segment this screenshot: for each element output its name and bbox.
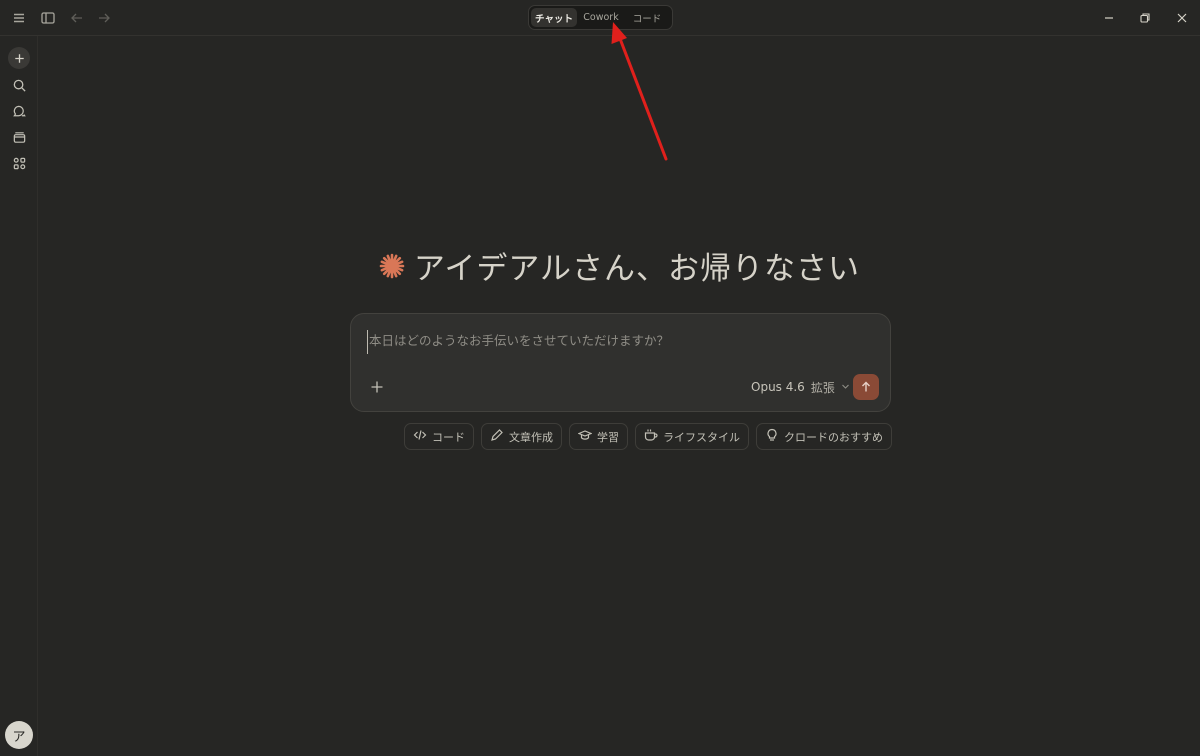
sidebar: ア — [0, 36, 38, 756]
message-composer: Opus 4.6 拡張 — [350, 313, 891, 412]
chip-label: クロードのおすすめ — [784, 430, 883, 444]
suggestion-chips: コード 文章作成 学習 ライフスタイル クロードのおすすめ — [404, 423, 892, 450]
chip-label: 文章作成 — [509, 430, 553, 444]
model-name: Opus 4.6 — [751, 380, 805, 394]
pencil-icon — [490, 428, 504, 445]
chip-label: 学習 — [597, 430, 619, 444]
chip-label: ライフスタイル — [663, 430, 740, 444]
artifacts-icon[interactable] — [8, 152, 30, 174]
projects-icon[interactable] — [8, 126, 30, 148]
tab-cowork[interactable]: Cowork — [577, 8, 625, 27]
restore-icon[interactable] — [1135, 8, 1155, 28]
greeting-text: アイデアルさん、お帰りなさい — [413, 251, 861, 287]
greeting: アイデアルさん、お帰りなさい — [0, 243, 1200, 288]
send-button[interactable] — [853, 374, 879, 400]
chip-writing[interactable]: 文章作成 — [481, 423, 562, 450]
arrow-right-icon[interactable] — [93, 7, 115, 29]
hamburger-menu-icon[interactable] — [8, 7, 30, 29]
title-bar: チャット Cowork コード — [0, 0, 1200, 36]
minimize-icon[interactable] — [1099, 8, 1119, 28]
new-chat-icon[interactable] — [8, 47, 30, 69]
arrow-up-icon — [862, 381, 870, 392]
message-input[interactable] — [367, 330, 872, 354]
claude-spark-icon — [378, 252, 406, 280]
avatar[interactable]: ア — [5, 721, 33, 749]
chip-code[interactable]: コード — [404, 423, 474, 450]
graduation-cap-icon — [577, 428, 593, 445]
chip-lifestyle[interactable]: ライフスタイル — [635, 423, 749, 450]
sidebar-toggle-icon[interactable] — [37, 7, 59, 29]
chip-label: コード — [432, 430, 465, 444]
lightbulb-icon — [765, 428, 779, 445]
annotation-arrow — [611, 22, 668, 161]
search-icon[interactable] — [8, 74, 30, 96]
arrow-left-icon[interactable] — [66, 7, 88, 29]
code-icon — [413, 428, 427, 445]
mode-switcher: チャット Cowork コード — [528, 5, 673, 30]
chats-icon[interactable] — [8, 100, 30, 122]
close-icon[interactable] — [1172, 8, 1192, 28]
tab-code[interactable]: コード — [625, 8, 669, 27]
chevron-down-icon — [841, 380, 850, 394]
model-selector[interactable]: Opus 4.6 拡張 — [751, 378, 850, 396]
chip-learning[interactable]: 学習 — [569, 423, 628, 450]
chip-claude-picks[interactable]: クロードのおすすめ — [756, 423, 892, 450]
tab-chat[interactable]: チャット — [531, 8, 577, 27]
coffee-cup-icon — [644, 428, 658, 445]
model-mode: 拡張 — [810, 380, 835, 395]
attach-plus-icon[interactable] — [365, 375, 389, 399]
